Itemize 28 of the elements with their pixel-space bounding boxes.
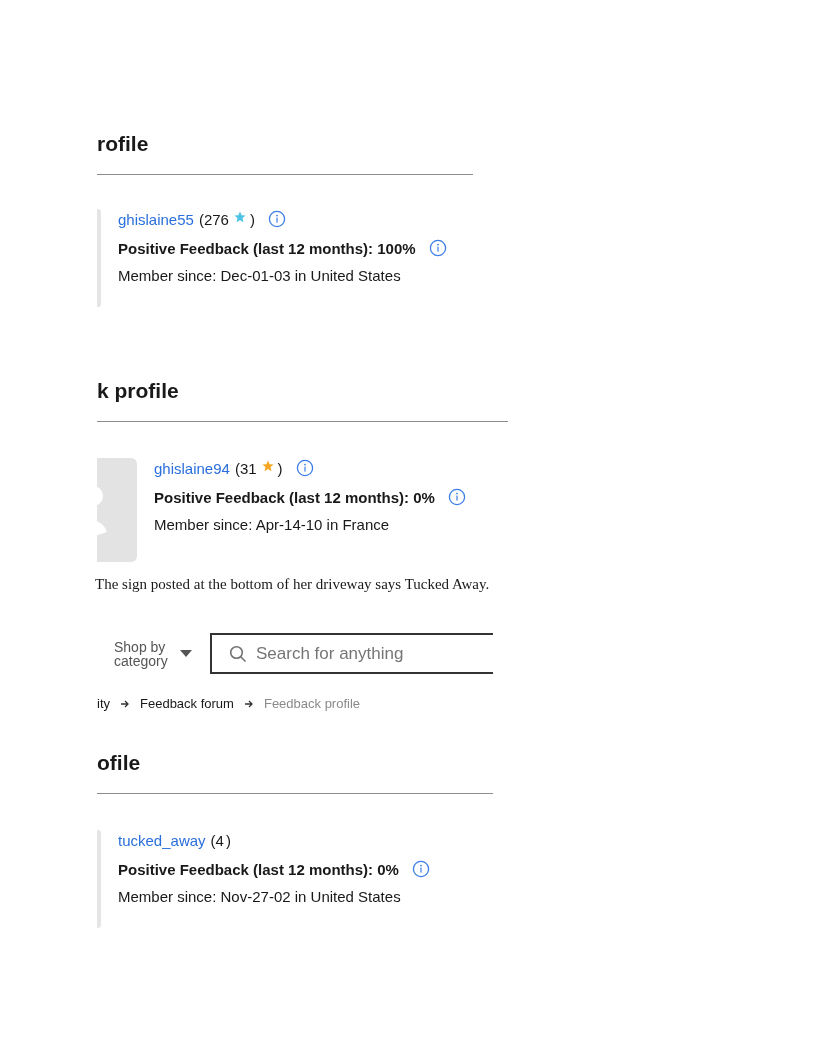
arrow-icon — [243, 698, 254, 709]
positive-feedback: Positive Feedback (last 12 months): 100% — [118, 239, 416, 257]
feedback-score: (276 — [198, 210, 229, 228]
breadcrumb-link[interactable]: Feedback forum — [140, 696, 234, 711]
closing-paren: ) — [249, 210, 255, 228]
positive-feedback: Positive Feedback (last 12 months): 0% — [154, 488, 435, 506]
member-since: Member since: Apr-14-10 in France — [154, 516, 391, 533]
member-since: Member since: Nov-27-02 in United States — [118, 888, 402, 905]
shop-by-category-button[interactable]: Shop by category — [114, 639, 192, 668]
feedback-score: (31 — [234, 459, 257, 477]
page-heading: k profile — [97, 378, 180, 404]
arrow-icon — [120, 698, 130, 709]
page-heading: ofile — [97, 750, 142, 776]
feedback-score: (4 — [210, 831, 224, 849]
closing-paren: ) — [225, 831, 231, 849]
member-since: Member since: Dec-01-03 in United States — [118, 267, 402, 284]
search-icon — [229, 645, 247, 663]
username-link[interactable]: ghislaine55 — [118, 210, 194, 228]
caption-text: The sign posted at the bottom of her driveway says Tucked Away. — [95, 576, 491, 593]
search-field[interactable]: Search for anything — [210, 633, 493, 674]
breadcrumb-link[interactable]: Feedback profile — [263, 696, 361, 711]
positive-feedback: Positive Feedback (last 12 months): 0% — [118, 860, 399, 878]
breadcrumb-link[interactable]: ity — [97, 696, 110, 711]
page-heading: rofile — [97, 131, 150, 157]
username-link[interactable]: tucked_away — [118, 831, 206, 849]
closing-paren: ) — [277, 459, 283, 477]
caret-icon — [180, 649, 192, 658]
username-link[interactable]: ghislaine94 — [154, 459, 230, 477]
